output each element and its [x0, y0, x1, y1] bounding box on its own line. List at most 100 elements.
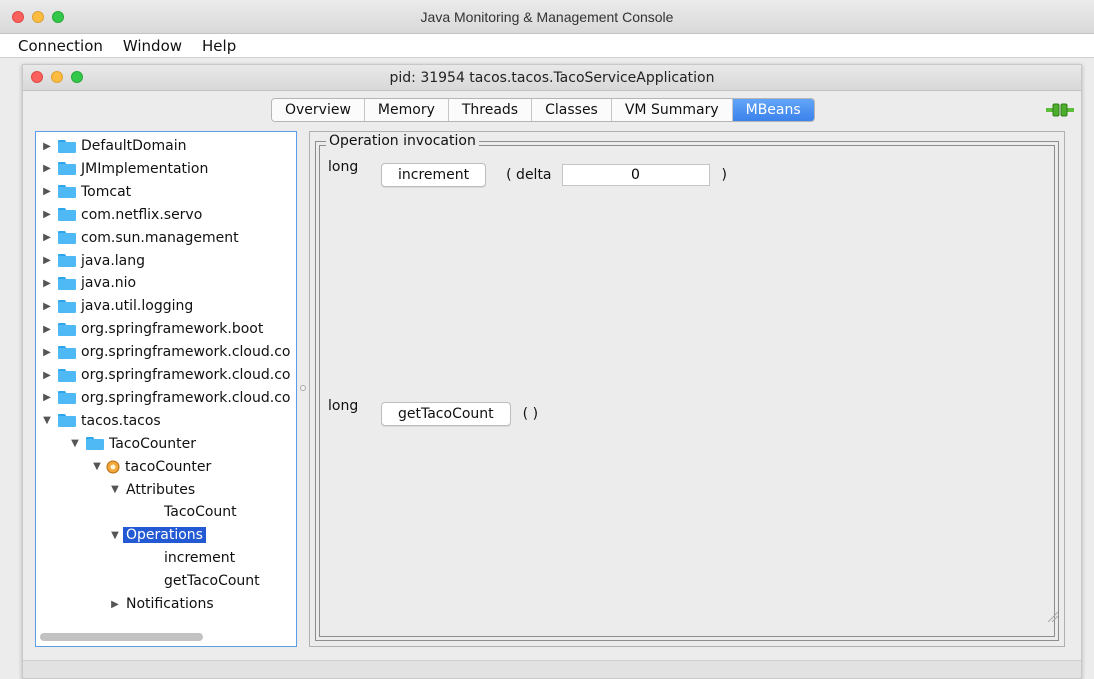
collapsed-arrow-icon[interactable]: ▶ — [40, 392, 54, 403]
get-taco-count-button[interactable]: getTacoCount — [381, 402, 511, 426]
tree-node[interactable]: ▼ tacos.tacos — [40, 410, 161, 432]
tree-node-label: increment — [164, 550, 236, 567]
collapsed-arrow-icon[interactable]: ▶ — [40, 209, 54, 220]
tree-node[interactable]: ▶ java.util.logging — [40, 295, 193, 317]
tab-threads[interactable]: Threads — [448, 99, 533, 121]
frame-titlebar: pid: 31954 tacos.tacos.TacoServiceApplic… — [23, 65, 1081, 91]
menu-connection[interactable]: Connection — [18, 37, 103, 55]
delta-input[interactable] — [561, 164, 710, 186]
group-legend: Operation invocation — [326, 133, 479, 149]
tree-node[interactable]: ▶ org.springframework.cloud.co — [40, 364, 290, 386]
folder-icon — [58, 322, 76, 336]
folder-icon — [58, 162, 76, 176]
tree-node-label: JMImplementation — [81, 160, 209, 177]
increment-button[interactable]: increment — [381, 163, 487, 187]
tree-node[interactable]: increment — [160, 547, 235, 569]
folder-icon — [58, 299, 76, 313]
tree-node[interactable]: ▶ DefaultDomain — [40, 135, 186, 157]
tree-node-label: com.sun.management — [81, 229, 239, 246]
expanded-arrow-icon[interactable]: ▼ — [40, 415, 54, 426]
tree-node[interactable]: ▶ java.lang — [40, 250, 145, 272]
folder-icon — [58, 414, 76, 428]
operation-invocation-group: Operation invocation long increment ( de… — [315, 133, 1059, 641]
params-label: ( ) — [522, 406, 539, 422]
status-strip — [23, 660, 1081, 678]
collapsed-arrow-icon[interactable]: ▶ — [40, 370, 54, 381]
tree-node-label: tacos.tacos — [81, 412, 161, 429]
tree-node[interactable]: ▼ tacoCounter — [90, 456, 211, 478]
menu-window[interactable]: Window — [123, 37, 182, 55]
operation-row-increment: increment ( delta ) — [381, 163, 727, 187]
tree-node-label: java.nio — [81, 275, 137, 292]
operation-row-gettacocount: getTacoCount ( ) — [381, 402, 538, 426]
collapsed-arrow-icon[interactable]: ▶ — [40, 232, 54, 243]
mbean-icon — [106, 460, 120, 474]
tree-node-label: tacoCounter — [125, 458, 212, 475]
folder-icon — [58, 254, 76, 267]
app-titlebar: Java Monitoring & Management Console — [0, 0, 1094, 34]
tree-node[interactable]: getTacoCount — [160, 570, 260, 592]
tab-bar: Overview Memory Threads Classes VM Summa… — [271, 98, 815, 122]
collapsed-arrow-icon[interactable]: ▶ — [40, 278, 54, 289]
param-open-label: ( delta — [506, 167, 552, 183]
expanded-arrow-icon[interactable]: ▼ — [68, 438, 82, 449]
tree-node[interactable]: ▼ Attributes — [108, 479, 195, 501]
tree-node-label: Tomcat — [81, 183, 132, 200]
return-type-label: long — [328, 159, 359, 175]
expanded-arrow-icon[interactable]: ▼ — [108, 530, 122, 541]
tree-node-label: getTacoCount — [164, 573, 260, 590]
tree-node-label: Notifications — [126, 596, 214, 612]
tree-node[interactable]: ▶ java.nio — [40, 272, 136, 294]
collapsed-arrow-icon[interactable]: ▶ — [40, 347, 54, 358]
frame-title: pid: 31954 tacos.tacos.TacoServiceApplic… — [389, 70, 715, 86]
tree-node[interactable]: ▶ com.netflix.servo — [40, 204, 202, 226]
tree-node-label: org.springframework.cloud.co — [81, 344, 291, 361]
tree-node-label: java.util.logging — [81, 298, 194, 315]
collapsed-arrow-icon[interactable]: ▶ — [40, 255, 54, 266]
connection-frame: pid: 31954 tacos.tacos.TacoServiceApplic… — [22, 64, 1082, 679]
tab-mbeans[interactable]: MBeans — [732, 99, 814, 121]
tree-node-label: Operations — [123, 527, 206, 544]
split-pane-divider[interactable] — [300, 385, 306, 391]
tree-node[interactable]: ▶ com.sun.management — [40, 227, 239, 249]
folder-icon — [58, 139, 76, 153]
folder-icon — [58, 368, 76, 382]
tree-horizontal-scrollbar[interactable] — [40, 633, 203, 641]
collapsed-arrow-icon[interactable]: ▶ — [40, 163, 54, 174]
tree-node[interactable]: ▶ org.springframework.cloud.co — [40, 387, 290, 409]
tree-node[interactable]: ▶ org.springframework.boot — [40, 318, 263, 340]
folder-icon — [58, 345, 76, 359]
collapsed-arrow-icon[interactable]: ▶ — [40, 324, 54, 335]
tab-vm-summary[interactable]: VM Summary — [611, 99, 733, 121]
tree-node[interactable]: ▶ org.springframework.cloud.co — [40, 341, 290, 363]
connection-status-icon[interactable] — [1046, 102, 1074, 122]
tree-node[interactable]: ▶ Tomcat — [40, 181, 131, 203]
tree-node[interactable]: TacoCount — [160, 501, 237, 523]
tree-node[interactable]: ▶ JMImplementation — [40, 158, 208, 180]
collapsed-arrow-icon[interactable]: ▶ — [40, 186, 54, 197]
folder-icon — [58, 231, 76, 245]
collapsed-arrow-icon[interactable]: ▶ — [108, 599, 122, 610]
tab-memory[interactable]: Memory — [364, 99, 449, 121]
tree-node-label: Attributes — [126, 481, 196, 498]
tree-node[interactable]: ▼ TacoCounter — [68, 433, 196, 455]
tree-node-label: org.springframework.cloud.co — [81, 389, 291, 406]
mbean-detail-panel: Operation invocation long increment ( de… — [309, 131, 1065, 647]
collapsed-arrow-icon[interactable]: ▶ — [40, 301, 54, 312]
return-type-label: long — [328, 398, 359, 414]
tree-node-label: TacoCount — [164, 504, 237, 521]
expanded-arrow-icon[interactable]: ▼ — [108, 484, 122, 495]
resize-grip-icon[interactable] — [1046, 610, 1059, 626]
tree-node[interactable]: ▶ Notifications — [108, 593, 214, 615]
tree-node-label: TacoCounter — [109, 435, 197, 452]
tab-overview[interactable]: Overview — [272, 99, 365, 121]
expanded-arrow-icon[interactable]: ▼ — [90, 461, 104, 472]
tab-classes[interactable]: Classes — [532, 99, 612, 121]
folder-icon — [58, 276, 76, 290]
menu-help[interactable]: Help — [202, 37, 236, 55]
collapsed-arrow-icon[interactable]: ▶ — [40, 141, 54, 152]
mbean-tree[interactable]: ▶ DefaultDomain ▶ JMImplementation ▶ Tomcat ▶ c… — [35, 131, 297, 647]
tree-node[interactable]: ▼ Operations — [108, 524, 206, 546]
app-title: Java Monitoring & Management Console — [420, 9, 674, 25]
folder-icon — [58, 391, 76, 405]
